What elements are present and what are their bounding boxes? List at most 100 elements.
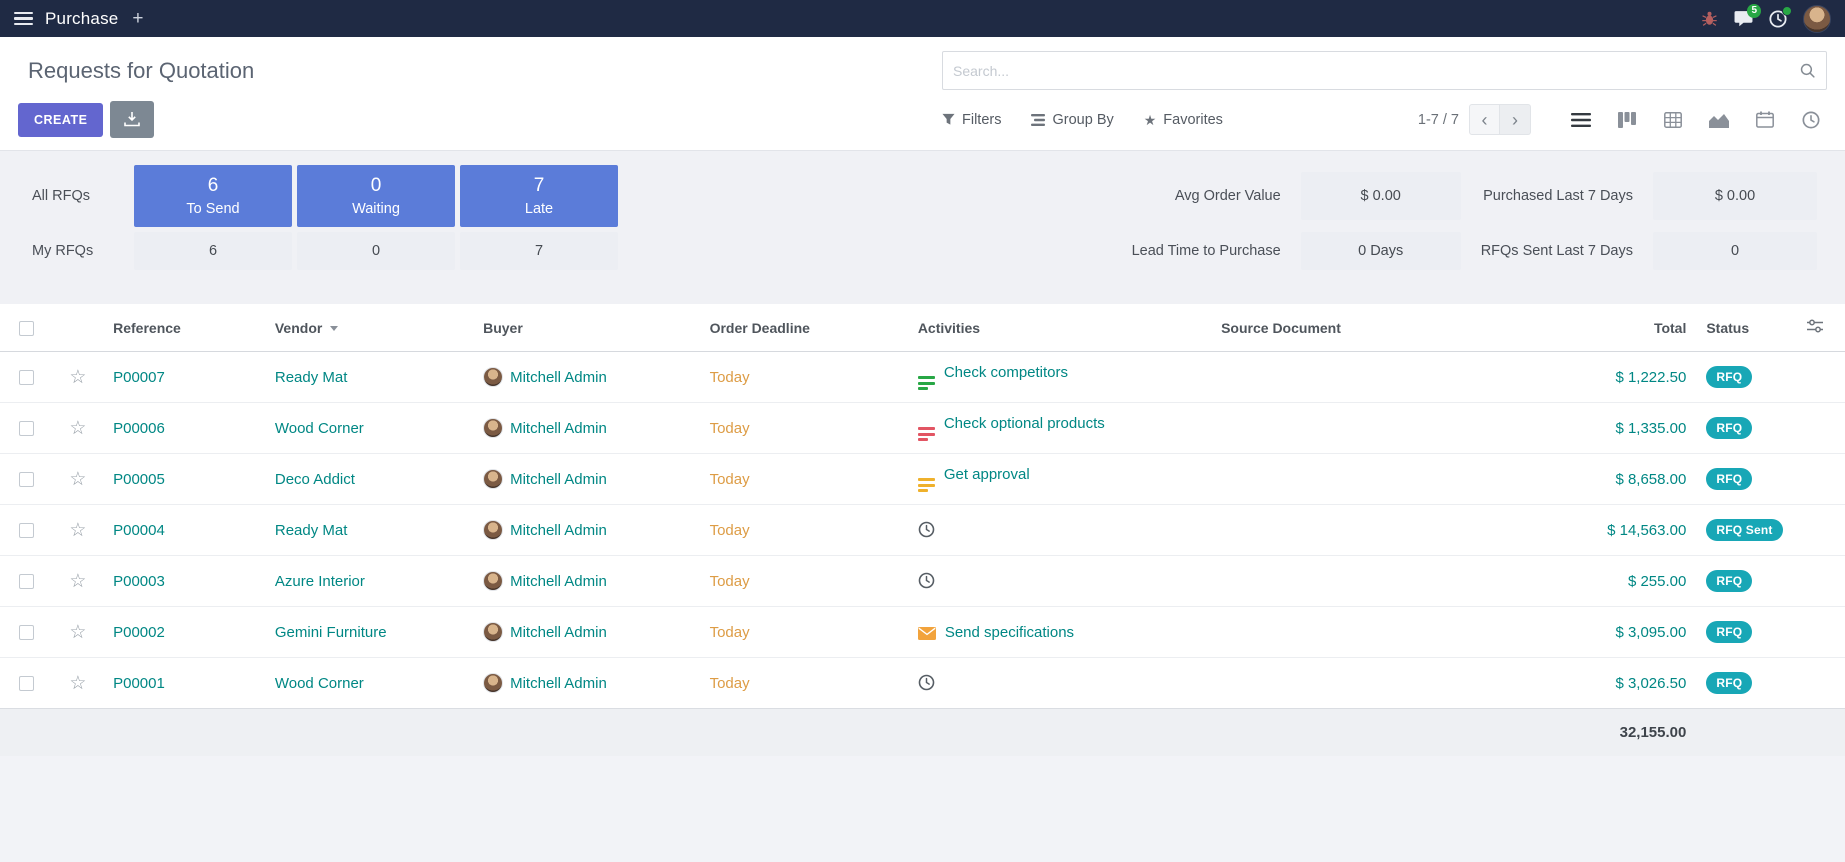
apps-menu-icon[interactable] bbox=[14, 12, 33, 26]
table-row[interactable]: ☆ P00002 Gemini Furniture Mitchell Admin… bbox=[0, 607, 1845, 658]
activity-list-green-icon[interactable] bbox=[918, 376, 935, 390]
table-row[interactable]: ☆ P00005 Deco Addict Mitchell Admin Toda… bbox=[0, 454, 1845, 505]
row-checkbox[interactable] bbox=[19, 574, 34, 589]
source-document-cell bbox=[1211, 352, 1535, 403]
search-box[interactable] bbox=[942, 51, 1827, 90]
vendor-link[interactable]: Gemini Furniture bbox=[275, 624, 387, 641]
buyer-link[interactable]: Mitchell Admin bbox=[510, 420, 607, 437]
graph-view-icon[interactable] bbox=[1703, 105, 1735, 135]
favorite-star-icon[interactable]: ☆ bbox=[69, 622, 86, 643]
select-all-checkbox[interactable] bbox=[19, 321, 34, 336]
table-row[interactable]: ☆ P00007 Ready Mat Mitchell Admin Today … bbox=[0, 352, 1845, 403]
reference-link[interactable]: P00002 bbox=[113, 624, 165, 641]
column-header-status[interactable]: Status bbox=[1696, 304, 1784, 352]
user-avatar[interactable] bbox=[1803, 5, 1831, 33]
favorites-button[interactable]: ★ Favorites bbox=[1144, 112, 1223, 128]
activity-list-yellow-icon[interactable] bbox=[918, 478, 935, 492]
table-row[interactable]: ☆ P00006 Wood Corner Mitchell Admin Toda… bbox=[0, 403, 1845, 454]
reference-link[interactable]: P00006 bbox=[113, 420, 165, 437]
buyer-link[interactable]: Mitchell Admin bbox=[510, 675, 607, 692]
group-by-button[interactable]: Group By bbox=[1031, 112, 1113, 128]
column-header-total[interactable]: Total bbox=[1535, 304, 1697, 352]
pager-previous-button[interactable]: ‹ bbox=[1469, 104, 1500, 135]
table-row[interactable]: ☆ P00004 Ready Mat Mitchell Admin Today … bbox=[0, 505, 1845, 556]
activity-label[interactable]: Check optional products bbox=[944, 415, 1105, 432]
order-deadline-value: Today bbox=[710, 675, 750, 692]
pivot-view-icon[interactable] bbox=[1657, 105, 1689, 135]
favorite-star-icon[interactable]: ☆ bbox=[69, 418, 86, 439]
plus-icon[interactable]: + bbox=[132, 9, 143, 28]
buyer-link[interactable]: Mitchell Admin bbox=[510, 522, 607, 539]
activity-label[interactable]: Send specifications bbox=[945, 624, 1074, 641]
kanban-view-icon[interactable] bbox=[1611, 105, 1643, 135]
column-header-buyer[interactable]: Buyer bbox=[473, 304, 699, 352]
my-rfqs-to-send[interactable]: 6 bbox=[134, 232, 292, 270]
reference-link[interactable]: P00001 bbox=[113, 675, 165, 692]
row-checkbox[interactable] bbox=[19, 370, 34, 385]
activity-label[interactable]: Get approval bbox=[944, 466, 1030, 483]
favorite-star-icon[interactable]: ☆ bbox=[69, 469, 86, 490]
pager-next-button[interactable]: › bbox=[1500, 104, 1531, 135]
vendor-link[interactable]: Deco Addict bbox=[275, 471, 355, 488]
row-checkbox[interactable] bbox=[19, 625, 34, 640]
buyer-link[interactable]: Mitchell Admin bbox=[510, 471, 607, 488]
search-input[interactable] bbox=[953, 63, 1799, 79]
buyer-link[interactable]: Mitchell Admin bbox=[510, 624, 607, 641]
pager-text: 1-7 / 7 bbox=[1418, 112, 1459, 128]
column-header-vendor[interactable]: Vendor bbox=[265, 304, 473, 352]
row-checkbox[interactable] bbox=[19, 421, 34, 436]
my-rfqs-late[interactable]: 7 bbox=[460, 232, 618, 270]
row-checkbox[interactable] bbox=[19, 472, 34, 487]
mail-icon[interactable] bbox=[918, 627, 936, 640]
reference-link[interactable]: P00003 bbox=[113, 573, 165, 590]
activity-label[interactable]: Check competitors bbox=[944, 364, 1068, 381]
favorite-star-icon[interactable]: ☆ bbox=[69, 571, 86, 592]
vendor-link[interactable]: Azure Interior bbox=[275, 573, 365, 590]
table-row[interactable]: ☆ P00003 Azure Interior Mitchell Admin T… bbox=[0, 556, 1845, 607]
messages-icon[interactable]: 5 bbox=[1734, 10, 1753, 27]
rfqs-sent-last-7-days[interactable]: 0 bbox=[1653, 232, 1817, 270]
row-checkbox[interactable] bbox=[19, 523, 34, 538]
row-checkbox[interactable] bbox=[19, 676, 34, 691]
clock-icon[interactable] bbox=[918, 521, 935, 538]
buyer-link[interactable]: Mitchell Admin bbox=[510, 573, 607, 590]
lead-time-to-purchase[interactable]: 0 Days bbox=[1301, 232, 1461, 270]
clock-icon[interactable] bbox=[918, 674, 935, 691]
source-document-cell bbox=[1211, 607, 1535, 658]
clock-icon[interactable] bbox=[918, 572, 935, 589]
activities-icon[interactable] bbox=[1769, 10, 1787, 28]
activity-view-icon[interactable] bbox=[1795, 105, 1827, 135]
purchased-last-7-days[interactable]: $ 0.00 bbox=[1653, 172, 1817, 220]
app-name[interactable]: Purchase bbox=[45, 9, 118, 29]
table-row[interactable]: ☆ P00001 Wood Corner Mitchell Admin Toda… bbox=[0, 658, 1845, 709]
vendor-link[interactable]: Wood Corner bbox=[275, 675, 364, 692]
vendor-link[interactable]: Ready Mat bbox=[275, 522, 348, 539]
reference-link[interactable]: P00004 bbox=[113, 522, 165, 539]
favorite-star-icon[interactable]: ☆ bbox=[69, 520, 86, 541]
filters-button[interactable]: Filters bbox=[942, 112, 1001, 128]
column-header-activities[interactable]: Activities bbox=[908, 304, 1211, 352]
vendor-link[interactable]: Ready Mat bbox=[275, 369, 348, 386]
vendor-link[interactable]: Wood Corner bbox=[275, 420, 364, 437]
dashboard-card-waiting[interactable]: 0 Waiting bbox=[297, 165, 455, 227]
buyer-link[interactable]: Mitchell Admin bbox=[510, 369, 607, 386]
my-rfqs-waiting[interactable]: 0 bbox=[297, 232, 455, 270]
dashboard-card-late[interactable]: 7 Late bbox=[460, 165, 618, 227]
calendar-view-icon[interactable] bbox=[1749, 105, 1781, 135]
favorite-star-icon[interactable]: ☆ bbox=[69, 673, 86, 694]
column-header-source-document[interactable]: Source Document bbox=[1211, 304, 1535, 352]
create-button[interactable]: CREATE bbox=[18, 103, 103, 137]
list-view-icon[interactable] bbox=[1565, 105, 1597, 135]
export-button[interactable] bbox=[110, 101, 154, 138]
column-header-order-deadline[interactable]: Order Deadline bbox=[700, 304, 908, 352]
reference-link[interactable]: P00005 bbox=[113, 471, 165, 488]
debug-bug-icon[interactable] bbox=[1701, 10, 1718, 27]
search-icon[interactable] bbox=[1799, 62, 1816, 79]
reference-link[interactable]: P00007 bbox=[113, 369, 165, 386]
dashboard-card-to-send[interactable]: 6 To Send bbox=[134, 165, 292, 227]
activity-list-red-icon[interactable] bbox=[918, 427, 935, 441]
avg-order-value[interactable]: $ 0.00 bbox=[1301, 172, 1461, 220]
optional-columns-icon[interactable] bbox=[1807, 319, 1823, 333]
favorite-star-icon[interactable]: ☆ bbox=[69, 367, 86, 388]
column-header-reference[interactable]: Reference bbox=[103, 304, 265, 352]
